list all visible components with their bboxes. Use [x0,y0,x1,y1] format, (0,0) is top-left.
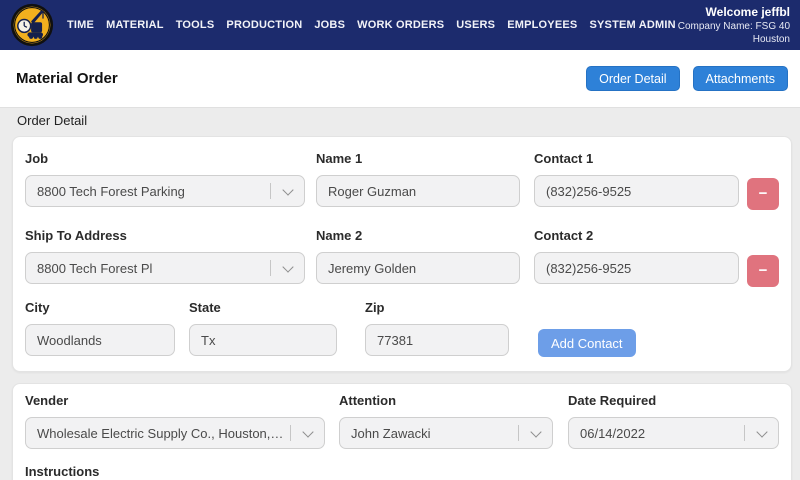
name1-field: Name 1 [316,151,520,207]
name2-field: Name 2 [316,228,520,284]
contact2-label: Contact 2 [534,228,594,243]
job-select[interactable]: 8800 Tech Forest Parking [25,175,305,207]
date-required-select[interactable]: 06/14/2022 [568,417,779,449]
chevron-down-icon [756,426,768,438]
nav-time[interactable]: TIME [67,19,94,31]
date-required-field: Date Required 06/14/2022 [568,393,779,449]
company-name-text: Company Name: FSG 40 Houston [677,20,790,45]
contact2-field: Contact 2 [534,228,739,284]
contact1-label: Contact 1 [534,151,594,166]
title-bar: Material Order Order Detail Attachments [0,50,800,108]
vender-label: Vender [25,393,69,408]
chevron-down-icon [282,261,294,273]
order-detail-card: Job 8800 Tech Forest Parking Name 1 Cont… [12,136,792,372]
instructions-label: Instructions [25,464,100,479]
state-field: State [189,300,337,356]
zip-input[interactable] [365,324,509,356]
vender-field: Vender Wholesale Electric Supply Co., Ho… [25,393,325,449]
user-info: Welcome jeffbl Company Name: FSG 40 Hous… [676,5,790,46]
name1-label: Name 1 [316,151,363,166]
nav-system-admin[interactable]: SYSTEM ADMIN [589,19,675,31]
zip-field: Zip [365,300,509,356]
vender-select[interactable]: Wholesale Electric Supply Co., Houston, … [25,417,325,449]
date-required-select-value: 06/14/2022 [580,425,646,441]
contact1-field: Contact 1 [534,151,739,207]
chevron-down-icon [302,426,314,438]
nav-tools[interactable]: TOOLS [176,19,215,31]
job-field: Job 8800 Tech Forest Parking [25,151,305,207]
nav-material[interactable]: MATERIAL [106,19,164,31]
remove-contact2-button[interactable]: − [747,255,779,287]
ship-to-select-value: 8800 Tech Forest Pl [37,260,153,276]
crane-logo-icon[interactable] [10,3,54,47]
nav-users[interactable]: USERS [456,19,495,31]
attention-select-value: John Zawacki [351,425,431,441]
nav-jobs[interactable]: JOBS [314,19,345,31]
name2-input[interactable] [316,252,520,284]
state-label: State [189,300,221,315]
attachments-button[interactable]: Attachments [692,66,788,91]
welcome-text: Welcome jeffbl [705,4,790,19]
ship-to-select[interactable]: 8800 Tech Forest Pl [25,252,305,284]
title-buttons: Order Detail Attachments [586,66,788,91]
city-field: City [25,300,175,356]
contact1-input[interactable] [534,175,739,207]
attention-label: Attention [339,393,397,408]
order-detail-button[interactable]: Order Detail [586,66,680,91]
remove-contact1-button[interactable]: − [747,178,779,210]
nav-employees[interactable]: EMPLOYEES [507,19,577,31]
attention-select[interactable]: John Zawacki [339,417,553,449]
ship-to-field: Ship To Address 8800 Tech Forest Pl [25,228,305,284]
section-title: Order Detail [17,113,88,128]
add-contact-button[interactable]: Add Contact [538,329,636,357]
attention-field: Attention John Zawacki [339,393,553,449]
contact2-input[interactable] [534,252,739,284]
app-window: TIME MATERIAL TOOLS PRODUCTION JOBS WORK… [0,0,800,480]
zip-label: Zip [365,300,385,315]
city-label: City [25,300,50,315]
date-required-label: Date Required [568,393,657,408]
vender-card: Vender Wholesale Electric Supply Co., Ho… [12,383,792,480]
city-input[interactable] [25,324,175,356]
job-select-value: 8800 Tech Forest Parking [37,183,185,199]
top-navbar: TIME MATERIAL TOOLS PRODUCTION JOBS WORK… [0,0,800,50]
nav-production[interactable]: PRODUCTION [226,19,302,31]
page-title: Material Order [16,70,118,87]
chevron-down-icon [282,184,294,196]
job-label: Job [25,151,49,166]
vender-select-value: Wholesale Electric Supply Co., Houston, … [37,425,284,441]
name2-label: Name 2 [316,228,363,243]
name1-input[interactable] [316,175,520,207]
state-input[interactable] [189,324,337,356]
chevron-down-icon [530,426,542,438]
ship-to-label: Ship To Address [25,228,127,243]
main-nav: TIME MATERIAL TOOLS PRODUCTION JOBS WORK… [67,19,676,31]
nav-work-orders[interactable]: WORK ORDERS [357,19,444,31]
